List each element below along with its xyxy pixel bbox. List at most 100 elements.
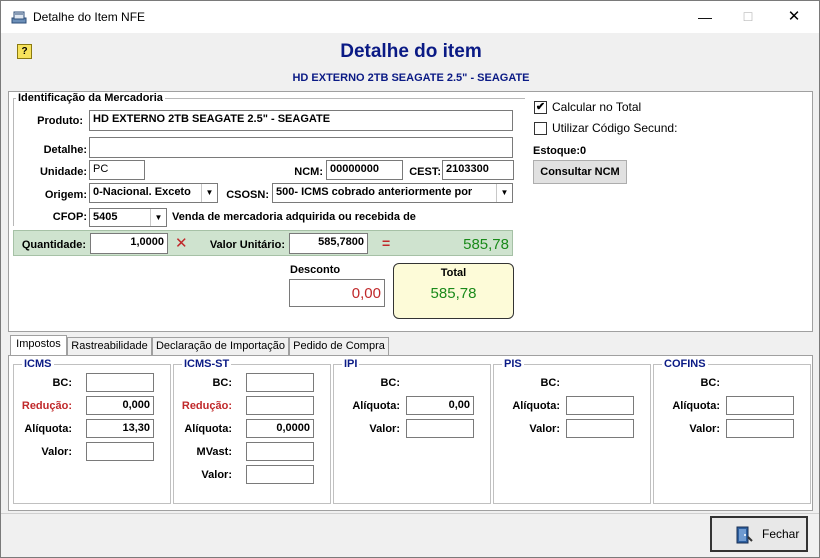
cofins-title: COFINS xyxy=(662,358,708,370)
ipi-aliquota-field[interactable]: 0,00 xyxy=(406,396,474,415)
icms-valor-label: Valor: xyxy=(41,446,72,458)
cest-label: CEST: xyxy=(409,166,441,178)
icms-st-reducao-label: Redução: xyxy=(181,400,232,412)
produto-field[interactable]: HD EXTERNO 2TB SEAGATE 2.5" - SEAGATE xyxy=(89,110,513,131)
icms-st-valor-field[interactable] xyxy=(246,465,314,484)
tab-pedido-compra[interactable]: Pedido de Compra xyxy=(289,337,389,355)
icms-reducao-field[interactable]: 0,000 xyxy=(86,396,154,415)
close-window-button[interactable]: ✕ xyxy=(771,1,817,33)
pis-title: PIS xyxy=(502,358,524,370)
ipi-title: IPI xyxy=(342,358,360,370)
identificacao-legend: Identificação da Mercadoria xyxy=(16,92,165,104)
pis-group: PIS BC: Alíquota: Valor: xyxy=(493,358,651,504)
cofins-valor-label: Valor: xyxy=(689,423,720,435)
icms-st-bc-label: BC: xyxy=(212,377,232,389)
detalhe-label: Detalhe: xyxy=(43,144,87,156)
chevron-down-icon[interactable]: ▼ xyxy=(496,184,512,202)
quantidade-field[interactable]: 1,0000 xyxy=(90,233,168,254)
subtotal-value: 585,78 xyxy=(463,236,509,253)
pis-aliquota-field[interactable] xyxy=(566,396,634,415)
unidade-field[interactable]: PC xyxy=(89,160,145,180)
icms-aliquota-field[interactable]: 13,30 xyxy=(86,419,154,438)
page-title: Detalhe do item xyxy=(340,41,482,62)
csosn-label: CSOSN: xyxy=(226,189,269,201)
ipi-group: IPI BC: Alíquota: 0,00 Valor: xyxy=(333,358,491,504)
window-title: Detalhe do Item NFE xyxy=(33,10,146,24)
cfop-select-value: 5405 xyxy=(93,211,118,223)
unidade-label: Unidade: xyxy=(39,166,87,178)
calcular-total-label: Calcular no Total xyxy=(552,100,642,114)
icms-st-valor-label: Valor: xyxy=(201,469,232,481)
icms-bc-label: BC: xyxy=(52,377,72,389)
cofins-group: COFINS BC: Alíquota: Valor: xyxy=(653,358,811,504)
csosn-select[interactable]: 500- ICMS cobrado anteriormente por ▼ xyxy=(272,183,513,203)
cofins-aliquota-label: Alíquota: xyxy=(672,400,720,412)
cofins-aliquota-field[interactable] xyxy=(726,396,794,415)
pis-aliquota-label: Alíquota: xyxy=(512,400,560,412)
csosn-select-value: 500- ICMS cobrado anteriormente por xyxy=(276,186,473,198)
total-value: 585,78 xyxy=(430,285,477,302)
cofins-bc-label: BC: xyxy=(700,377,720,389)
icms-bc-field[interactable] xyxy=(86,373,154,392)
title-bar[interactable]: Detalhe do Item NFE — ☐ ✕ xyxy=(1,1,819,33)
ipi-valor-field[interactable] xyxy=(406,419,474,438)
consultar-ncm-button[interactable]: Consultar NCM xyxy=(533,160,627,184)
minimize-button[interactable]: — xyxy=(682,1,728,33)
page-subtitle: HD EXTERNO 2TB SEAGATE 2.5" - SEAGATE xyxy=(292,72,530,84)
maximize-button[interactable]: ☐ xyxy=(725,1,771,33)
utilizar-codigo-label: Utilizar Código Secund: xyxy=(552,121,678,135)
calcular-total-checkbox[interactable]: ✔ xyxy=(534,101,547,114)
impostos-panel: ICMS BC: Redução: 0,000 Alíquota: 13,30 … xyxy=(8,355,813,511)
icms-st-title: ICMS-ST xyxy=(182,358,232,370)
close-button-label: Fechar xyxy=(762,527,800,541)
window: Detalhe do Item NFE — ☐ ✕ ? Detalhe do i… xyxy=(0,0,820,558)
cfop-select[interactable]: 5405 ▼ xyxy=(89,208,167,227)
ncm-label: NCM: xyxy=(294,166,323,178)
tab-rastreabilidade[interactable]: Rastreabilidade xyxy=(67,337,152,355)
icms-st-mvast-field[interactable] xyxy=(246,442,314,461)
valor-unitario-label: Valor Unitário: xyxy=(209,239,285,251)
quantidade-label: Quantidade: xyxy=(21,239,86,251)
total-label: Total xyxy=(440,267,467,279)
icms-st-group: ICMS-ST BC: Redução: Alíquota: 0,0000 MV… xyxy=(173,358,331,504)
estoque-label: Estoque:0 xyxy=(533,145,587,157)
tab-impostos[interactable]: Impostos xyxy=(10,335,67,356)
pis-valor-field[interactable] xyxy=(566,419,634,438)
app-icon xyxy=(11,9,27,25)
icms-st-bc-field[interactable] xyxy=(246,373,314,392)
origem-select[interactable]: 0-Nacional. Exceto ▼ xyxy=(89,183,218,203)
ncm-field[interactable]: 00000000 xyxy=(326,160,403,180)
icms-valor-field[interactable] xyxy=(86,442,154,461)
cofins-valor-field[interactable] xyxy=(726,419,794,438)
origem-select-value: 0-Nacional. Exceto xyxy=(93,186,191,198)
equals-icon: = xyxy=(382,235,391,251)
exit-door-icon xyxy=(734,525,754,548)
desconto-field[interactable]: 0,00 xyxy=(289,279,385,307)
icms-aliquota-label: Alíquota: xyxy=(24,423,72,435)
valor-unitario-field[interactable]: 585,7800 xyxy=(289,233,368,254)
chevron-down-icon[interactable]: ▼ xyxy=(150,209,166,226)
ipi-aliquota-label: Alíquota: xyxy=(352,400,400,412)
pis-bc-label: BC: xyxy=(540,377,560,389)
icms-group: ICMS BC: Redução: 0,000 Alíquota: 13,30 … xyxy=(13,358,171,504)
utilizar-codigo-checkbox[interactable] xyxy=(534,122,547,135)
icms-reducao-label: Redução: xyxy=(21,400,72,412)
produto-label: Produto: xyxy=(37,115,83,127)
ipi-bc-label: BC: xyxy=(380,377,400,389)
cest-field[interactable]: 2103300 xyxy=(442,160,514,180)
bottom-bar xyxy=(1,513,819,557)
total-box: Total 585,78 xyxy=(393,263,514,319)
icms-st-aliquota-field[interactable]: 0,0000 xyxy=(246,419,314,438)
icms-st-reducao-field[interactable] xyxy=(246,396,314,415)
multiply-icon: ✕ xyxy=(175,235,188,252)
chevron-down-icon[interactable]: ▼ xyxy=(201,184,217,202)
cfop-description: Venda de mercadoria adquirida ou recebid… xyxy=(172,211,416,223)
ipi-valor-label: Valor: xyxy=(369,423,400,435)
icms-st-aliquota-label: Alíquota: xyxy=(184,423,232,435)
cfop-label: CFOP: xyxy=(52,211,87,223)
detalhe-field[interactable] xyxy=(89,137,513,158)
icms-title: ICMS xyxy=(22,358,54,370)
tab-declaracao-importacao[interactable]: Declaração de Importação xyxy=(152,337,289,355)
desconto-label: Desconto xyxy=(290,264,341,276)
close-button[interactable]: Fechar xyxy=(710,516,808,552)
